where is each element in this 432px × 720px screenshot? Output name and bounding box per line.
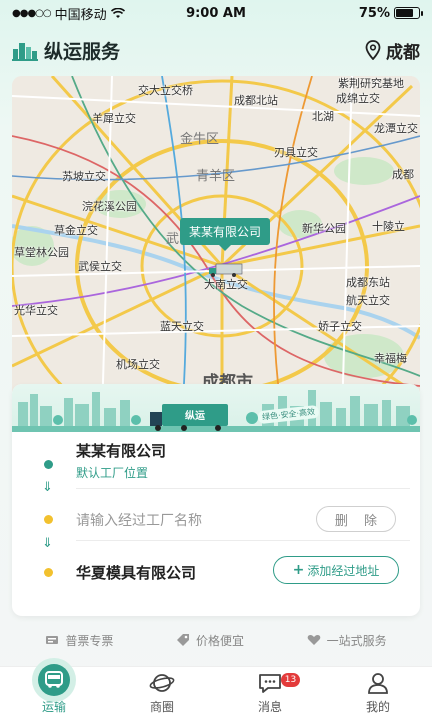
battery-percent: 75%	[358, 5, 390, 21]
city-selector[interactable]: 成都	[364, 38, 420, 63]
tab-label: 消息	[257, 700, 282, 714]
destination-title: 华夏模具有限公司	[76, 564, 197, 582]
origin-title: 某某有限公司	[76, 442, 167, 460]
tab-active-indicator	[32, 658, 76, 702]
map-label: 成都东站	[346, 276, 390, 289]
feature-label: 普票专票	[65, 633, 114, 648]
carrier: 中国移动	[54, 7, 107, 23]
feature-strip: 普票专票 价格便宜 一站式服务	[0, 630, 432, 650]
battery-fill	[396, 9, 413, 17]
signal-icon: ●●●○○	[12, 7, 52, 19]
map-label: 浣花溪公园	[82, 200, 137, 213]
brand: 纵运服务	[12, 37, 120, 64]
down-arrow-icon: ⇓	[42, 480, 53, 495]
divider	[76, 488, 410, 489]
city-label: 成都	[386, 42, 420, 63]
map-label: 十陵立	[372, 220, 405, 233]
origin-subtitle: 默认工厂位置	[76, 466, 149, 480]
feature-label: 一站式服务	[326, 633, 387, 648]
feature-item: 价格便宜	[176, 630, 244, 650]
map-label: 蓝天立交	[160, 320, 204, 333]
status-right: 75%	[358, 5, 423, 21]
tab-active-inner	[38, 664, 70, 696]
map-district: 金牛区	[180, 132, 220, 147]
heart-icon	[307, 635, 320, 645]
map-label: 光华立交	[14, 304, 58, 317]
tag-icon	[176, 634, 189, 646]
tab-business[interactable]: 商圈	[108, 667, 216, 720]
map-label: 成都北站	[234, 94, 278, 107]
map-district: 青羊区	[196, 169, 236, 184]
card-banner: 纵运 绿色·安全·高效	[12, 384, 420, 432]
bus-icon	[45, 671, 63, 688]
map-label: 大南立交	[204, 278, 248, 291]
tab-profile[interactable]: 我的	[324, 667, 432, 720]
app-title: 纵运服务	[44, 40, 121, 63]
destination-dot	[44, 568, 53, 577]
delete-waypoint-button[interactable]: 删 除	[316, 506, 396, 532]
company-location-bubble[interactable]: 某某有限公司	[180, 218, 271, 251]
map-view[interactable]: 金牛区 青羊区 武 成都市 交大立交桥 羊犀立交 成都北站 紫荆研究基地 成绵立…	[12, 76, 420, 416]
feature-item: 一站式服务	[307, 630, 387, 650]
map-label: 紫荆研究基地	[338, 77, 404, 90]
waypoint-dot	[44, 515, 53, 524]
map-label: 新华公园	[302, 222, 346, 235]
map-label: 北湖	[312, 110, 334, 123]
tab-bar: 运输 商圈 13 消息 我的	[0, 658, 432, 720]
skyline-logo-icon	[12, 43, 38, 61]
battery-icon	[394, 7, 423, 19]
map-label: 草堂林公园	[14, 246, 69, 259]
wifi-icon	[110, 7, 125, 18]
ticket-icon	[46, 636, 59, 644]
map-label: 苏坡立交	[62, 170, 106, 183]
city-skyline-illustration: 纵运	[12, 390, 420, 432]
divider	[76, 540, 410, 541]
status-bar: ●●●○○ 中国移动 9:00 AM 75%	[0, 0, 432, 26]
add-waypoint-button[interactable]: + 添加经过地址	[273, 556, 399, 584]
status-left: ●●●○○ 中国移动	[12, 4, 125, 23]
tab-transport[interactable]: 运输	[0, 658, 108, 720]
tab-messages[interactable]: 13 消息	[216, 667, 324, 720]
planet-icon	[149, 674, 175, 692]
banner-truck-text: 纵运	[185, 409, 205, 422]
map-label: 成都	[392, 168, 414, 181]
down-arrow-icon: ⇓	[42, 536, 53, 551]
waypoint-input[interactable]: 请输入经过工厂名称	[76, 510, 202, 530]
origin-dot	[44, 460, 53, 469]
map-label: 交大立交桥	[138, 84, 193, 97]
map-label: 航天立交	[346, 294, 390, 307]
map-label: 娇子立交	[318, 320, 362, 333]
chat-icon	[259, 674, 281, 693]
app-header: 纵运服务 成都	[0, 32, 432, 68]
map-label: 龙潭立交	[374, 122, 418, 135]
unread-badge: 13	[280, 673, 301, 687]
tab-label: 我的	[365, 700, 390, 714]
map-label: 刃具立交	[274, 146, 318, 159]
tab-label: 商圈	[149, 700, 174, 714]
location-pin-icon	[365, 40, 381, 60]
feature-item: 普票专票	[45, 630, 113, 650]
map-label: 草金立交	[54, 224, 98, 237]
plus-icon: +	[292, 562, 305, 578]
map-label: 机场立交	[116, 358, 160, 371]
map-label: 武侯立交	[78, 260, 122, 273]
route-card: 纵运 绿色·安全·高效 某某有限公司 默认工厂位置 ⇓ 请输入经过工厂名称 删 …	[12, 384, 420, 616]
feature-label: 价格便宜	[195, 633, 244, 648]
user-icon	[368, 673, 388, 694]
map-label: 羊犀立交	[92, 112, 136, 125]
map-label: 幸福梅	[374, 352, 407, 365]
map-canvas	[12, 76, 420, 416]
add-waypoint-label: 添加经过地址	[307, 563, 380, 578]
truck-marker-icon	[209, 263, 243, 277]
map-label: 成绵立交	[336, 92, 380, 105]
map-district: 武	[166, 232, 180, 247]
